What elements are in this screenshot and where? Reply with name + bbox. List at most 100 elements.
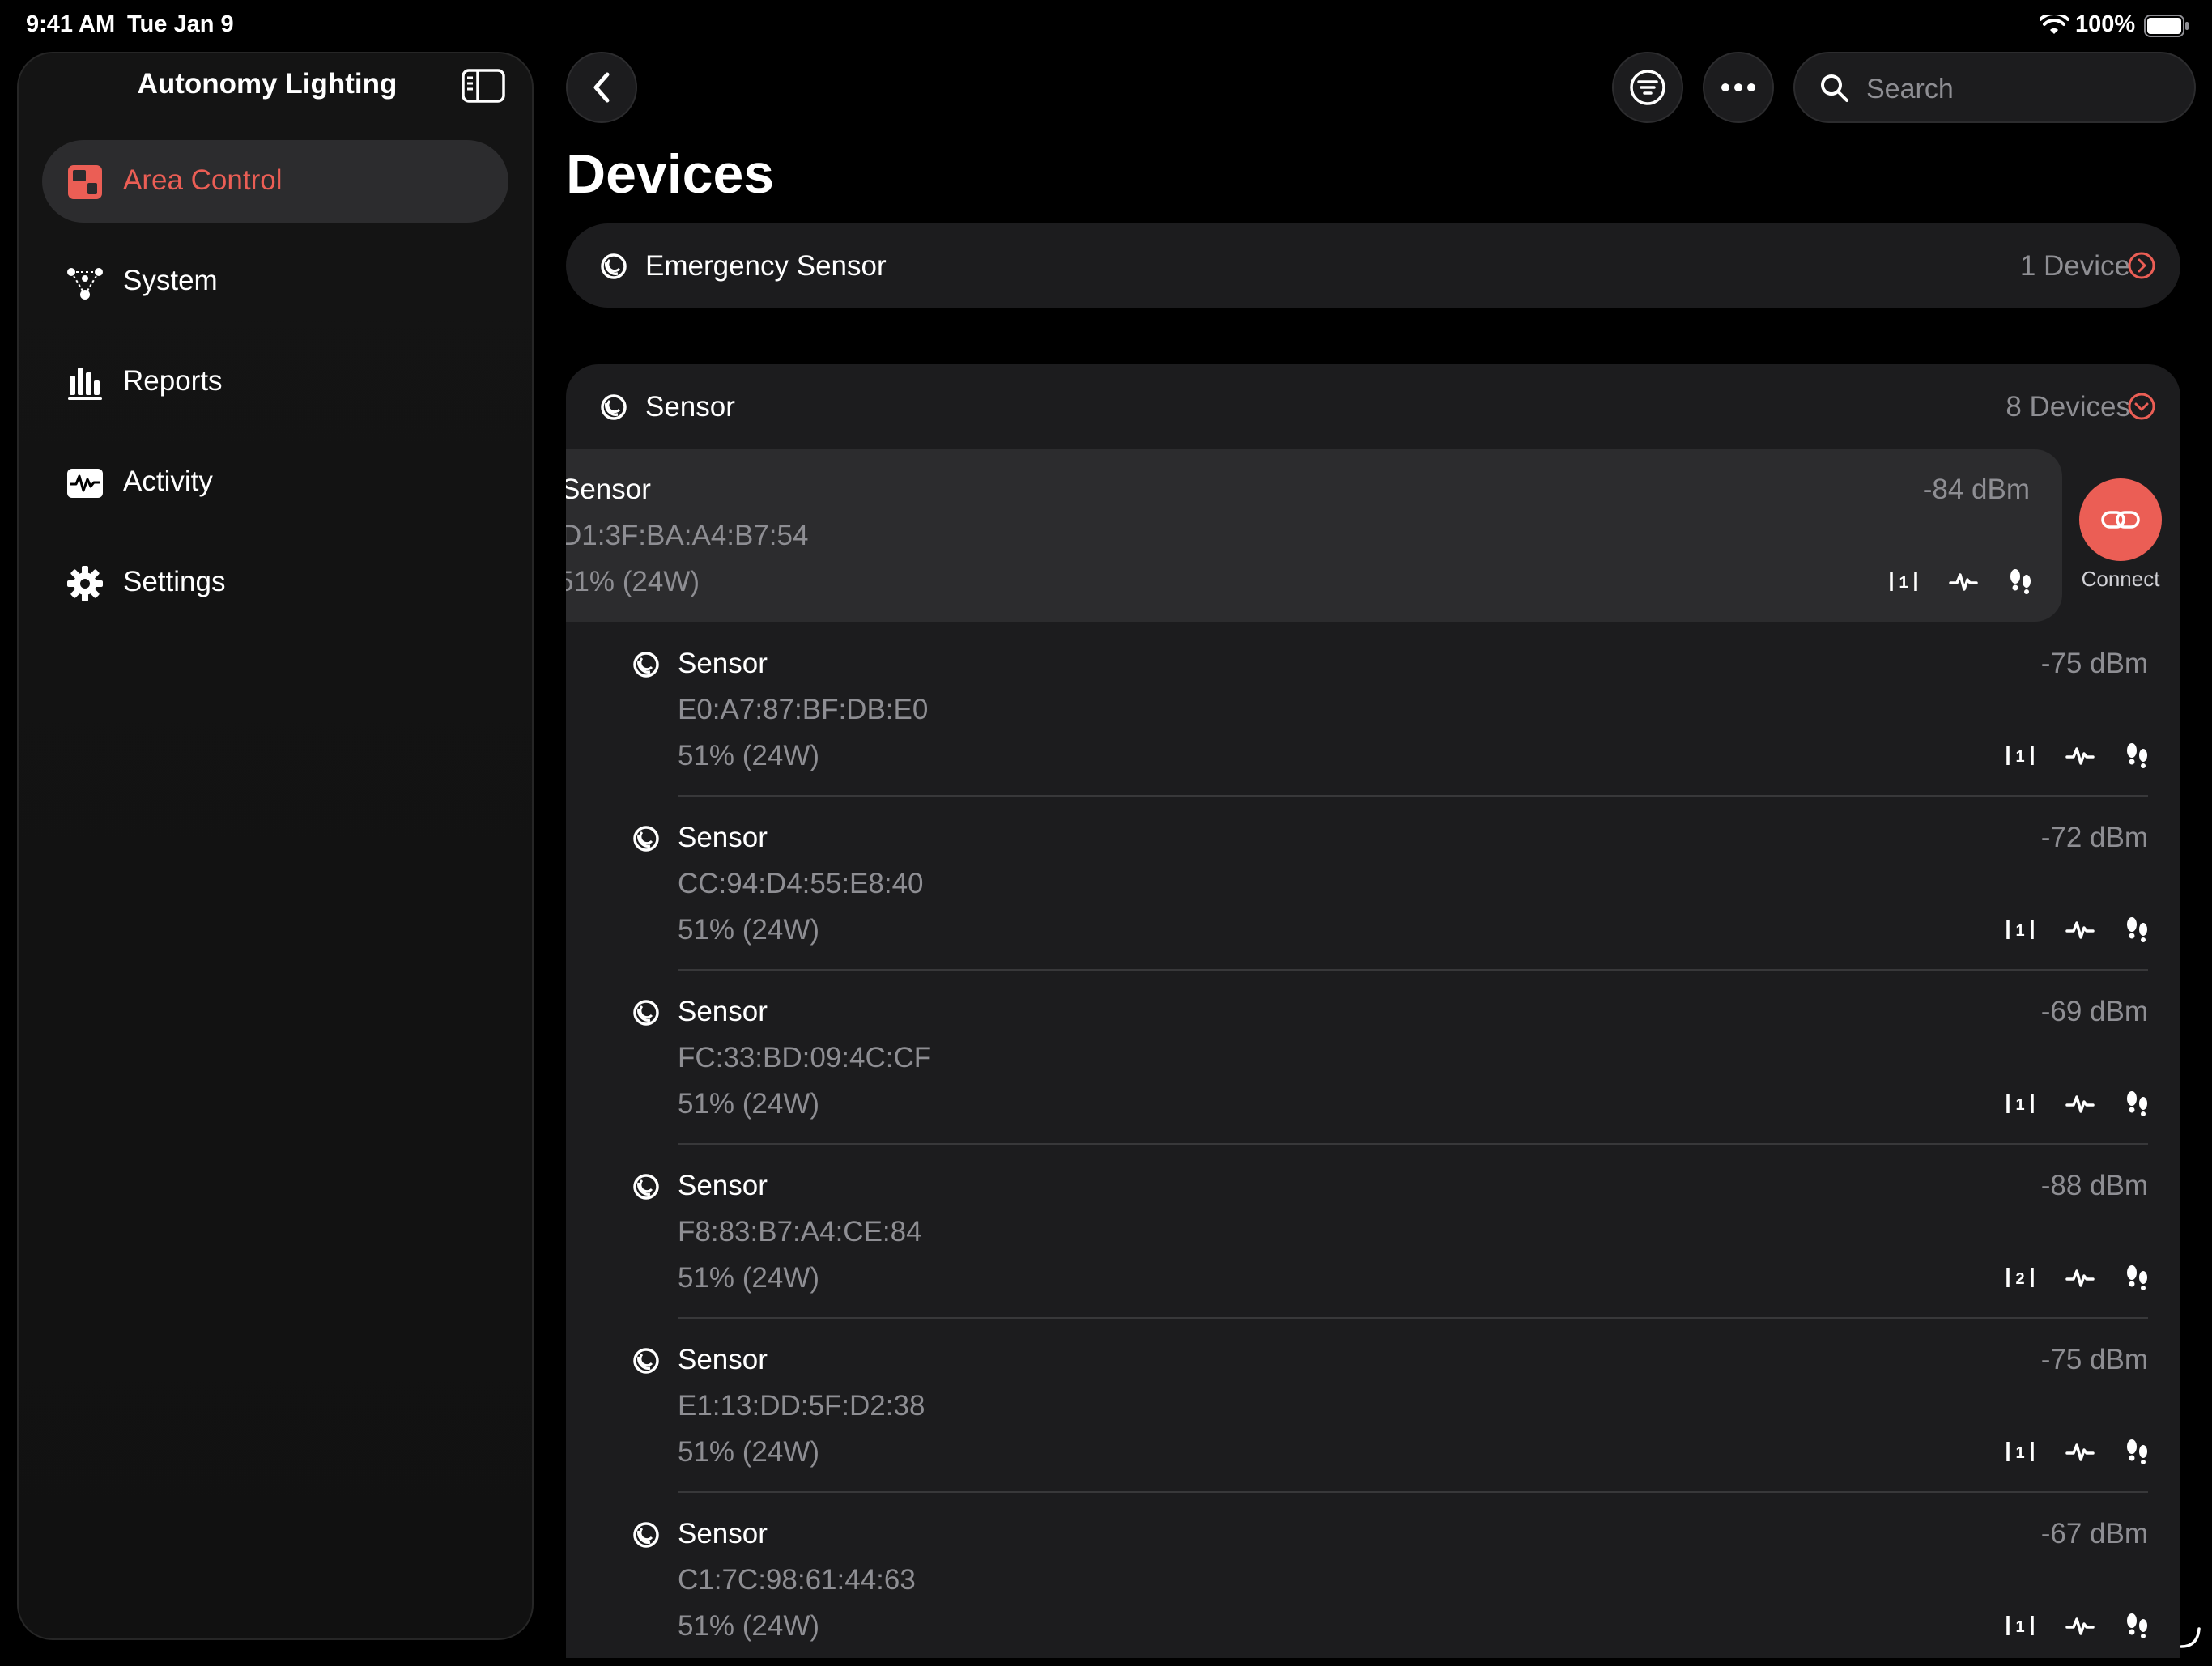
footprints-icon: [2121, 913, 2153, 946]
channel-number: 1: [2015, 1096, 2024, 1114]
channel-number: 1: [1899, 574, 1908, 592]
group-name: Emergency Sensor: [645, 250, 887, 282]
filter-icon: [1630, 70, 1665, 105]
channel-icon: 1: [2004, 739, 2036, 771]
device-mac: E0:A7:87:BF:DB:E0: [678, 694, 929, 725]
device-signal: -67 dBm: [2040, 1518, 2148, 1549]
chevron-right-circle-icon: [2128, 252, 2155, 279]
sensor-icon: [633, 652, 659, 678]
channel-icon: 2: [2004, 1261, 2036, 1294]
pulse-icon: [2064, 913, 2096, 946]
channel-number: 1: [2015, 922, 2024, 940]
more-icon: [1721, 83, 1755, 91]
channel-icon: 1: [2004, 1087, 2036, 1120]
device-name: Sensor: [678, 648, 768, 679]
footprints-icon: [2121, 1261, 2153, 1294]
device-signal: -84 dBm: [1922, 474, 2030, 505]
device-signal: -75 dBm: [2040, 1344, 2148, 1375]
device-row[interactable]: Sensor C1:7C:98:61:44:63 51% (24W) -67 dBm 1: [566, 1492, 2180, 1666]
device-name: Sensor: [678, 996, 768, 1027]
sensor-icon: [633, 1348, 659, 1374]
group-emergency-sensor[interactable]: Emergency Sensor 1 Device: [566, 223, 2180, 308]
pulse-icon: [2064, 1435, 2096, 1468]
device-mac: D1:3F:BA:A4:B7:54: [566, 520, 809, 551]
sidebar-item-system[interactable]: System: [42, 240, 508, 323]
wifi-icon: [2040, 15, 2069, 37]
sensor-icon: [633, 826, 659, 852]
group-count: 8 Devices: [2006, 391, 2130, 423]
device-level: 51% (24W): [678, 1436, 820, 1468]
sidebar-item-label: Reports: [123, 365, 223, 397]
device-name: Sensor: [678, 822, 768, 853]
sidebar-item-activity[interactable]: Activity: [42, 441, 508, 524]
device-level: 51% (24W): [566, 566, 700, 597]
status-time: 9:41 AM: [26, 11, 116, 37]
sidebar-item-label: Area Control: [123, 164, 283, 196]
status-date: Tue Jan 9: [127, 11, 234, 37]
channel-number: 1: [2015, 1618, 2024, 1636]
sidebar-toggle-icon: [462, 69, 505, 103]
footprints-icon: [2121, 1609, 2153, 1642]
app-title: Autonomy Lighting: [137, 68, 398, 100]
device-name: Sensor: [678, 1170, 768, 1201]
connect-label: Connect: [2081, 567, 2160, 591]
device-level: 51% (24W): [678, 1610, 820, 1642]
channel-number: 1: [2015, 1444, 2024, 1462]
device-row-swiped[interactable]: Sensor D1:3F:BA:A4:B7:54 51% (24W) -84 d…: [566, 449, 2062, 622]
more-button[interactable]: [1703, 52, 1774, 123]
device-level: 51% (24W): [678, 914, 820, 946]
group-name: Sensor: [645, 391, 735, 423]
sidebar-item-area-control[interactable]: Area Control: [42, 140, 508, 223]
device-signal: -69 dBm: [2040, 996, 2148, 1027]
system-icon: [66, 264, 104, 301]
device-row[interactable]: Sensor FC:33:BD:09:4C:CF 51% (24W) -69 dBm 1: [566, 970, 2180, 1145]
connect-button[interactable]: [2079, 478, 2162, 561]
sidebar-item-label: System: [123, 265, 218, 296]
filter-button[interactable]: [1612, 52, 1683, 123]
channel-icon: 1: [1887, 565, 1920, 597]
device-mac: F8:83:B7:A4:CE:84: [678, 1216, 922, 1247]
battery-icon: [2144, 15, 2189, 37]
device-name: Sensor: [678, 1344, 768, 1375]
device-name: Sensor: [678, 1518, 768, 1549]
footprints-icon: [2004, 565, 2036, 597]
sensor-icon: [601, 394, 627, 420]
device-signal: -72 dBm: [2040, 822, 2148, 853]
search-icon: [1821, 74, 1848, 102]
device-mac: E1:13:DD:5F:D2:38: [678, 1390, 925, 1422]
battery-percent: 100%: [2075, 11, 2136, 37]
sidebar-item-settings[interactable]: Settings: [42, 542, 508, 624]
sidebar-item-reports[interactable]: Reports: [42, 341, 508, 423]
device-row[interactable]: Sensor F8:83:B7:A4:CE:84 51% (24W) -88 dBm 2: [566, 1144, 2180, 1319]
device-row[interactable]: Sensor E1:13:DD:5F:D2:38 51% (24W) -75 dBm 1: [566, 1318, 2180, 1493]
device-row[interactable]: Sensor CC:94:D4:55:E8:40 51% (24W) -72 dBm 1: [566, 796, 2180, 971]
sidebar-item-label: Activity: [123, 465, 213, 497]
resize-corner-icon: [2178, 1626, 2202, 1650]
area-control-icon: [66, 164, 104, 201]
sensor-icon: [633, 1174, 659, 1200]
device-level: 51% (24W): [678, 1088, 820, 1120]
pulse-icon: [2064, 1609, 2096, 1642]
footprints-icon: [2121, 1087, 2153, 1120]
gear-icon: [66, 565, 104, 602]
pulse-icon: [2064, 1261, 2096, 1294]
device-row[interactable]: Sensor E0:A7:87:BF:DB:E0 51% (24W) -75 dBm 1: [566, 622, 2180, 797]
channel-icon: 1: [2004, 913, 2036, 946]
page-title: Devices: [566, 143, 775, 205]
search-field[interactable]: [1793, 52, 2196, 123]
group-sensor[interactable]: Sensor 8 Devices: [566, 364, 2180, 448]
sidebar-item-label: Settings: [123, 566, 226, 597]
pulse-icon: [2064, 1087, 2096, 1120]
device-level: 51% (24W): [678, 1262, 820, 1294]
back-button[interactable]: [566, 52, 637, 123]
sidebar-toggle-button[interactable]: [462, 68, 505, 104]
search-input[interactable]: [1865, 68, 2176, 110]
sensor-icon: [601, 253, 627, 279]
reports-icon: [66, 364, 104, 402]
footprints-icon: [2121, 739, 2153, 771]
channel-icon: 1: [2004, 1435, 2036, 1468]
link-icon: [2101, 511, 2140, 529]
device-signal: -88 dBm: [2040, 1170, 2148, 1201]
device-signal: -75 dBm: [2040, 648, 2148, 679]
pulse-icon: [1947, 565, 1980, 597]
